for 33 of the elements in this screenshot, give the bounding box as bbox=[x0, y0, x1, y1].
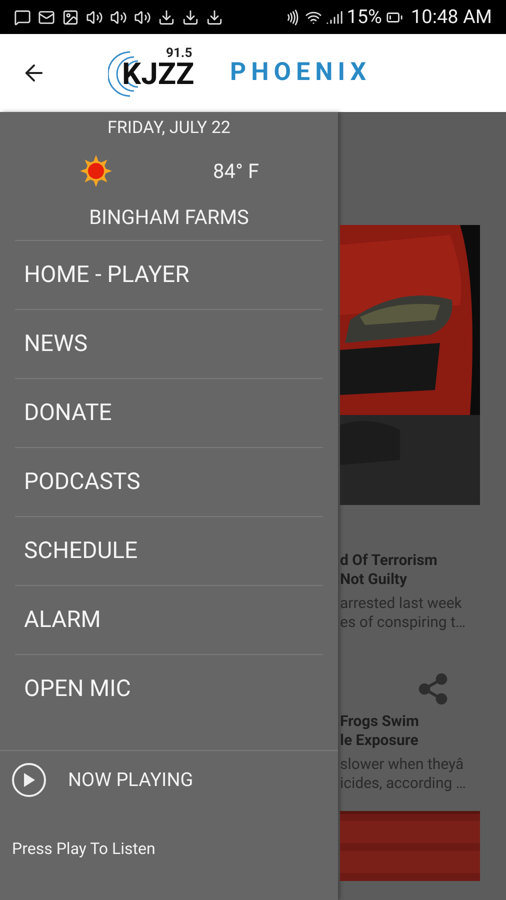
logo-frequency: 91.5 bbox=[166, 47, 192, 60]
download-icon bbox=[158, 8, 175, 26]
now-playing-label: NOW PLAYING bbox=[68, 766, 194, 793]
battery-percent: 15% bbox=[346, 4, 382, 30]
mail-icon bbox=[38, 8, 55, 26]
article-title: Frogs Swim bbox=[340, 712, 420, 731]
menu-item[interactable]: DONATE bbox=[15, 378, 323, 447]
menu-item[interactable]: NEWS bbox=[15, 309, 323, 378]
image-icon bbox=[62, 8, 79, 26]
download-icon bbox=[206, 8, 223, 26]
volume-icon bbox=[110, 8, 127, 26]
location-text: BINGHAM FARMS bbox=[89, 204, 249, 230]
play-button[interactable] bbox=[12, 763, 46, 797]
date-text: FRIDAY, JULY 22 bbox=[108, 117, 230, 140]
play-icon bbox=[23, 773, 35, 787]
menu-item[interactable]: ALARM bbox=[15, 585, 323, 654]
article-title: le Exposure bbox=[340, 731, 420, 750]
article-title: Not Guilty bbox=[340, 570, 408, 589]
sun-icon bbox=[79, 154, 113, 188]
volume-icon bbox=[86, 8, 103, 26]
menu-item[interactable]: PODCASTS bbox=[15, 447, 323, 516]
signal-icon bbox=[326, 8, 343, 26]
message-icon bbox=[14, 8, 31, 26]
temperature: 84° F bbox=[213, 158, 259, 184]
play-hint: Press Play To Listen bbox=[12, 838, 156, 860]
clock: 10:48 AM bbox=[410, 4, 492, 30]
volume-icon bbox=[134, 8, 151, 26]
menu-item[interactable]: SCHEDULE bbox=[15, 516, 323, 585]
menu-item[interactable]: OPEN MIC bbox=[15, 654, 323, 723]
article-title: d Of Terrorism bbox=[340, 551, 438, 570]
menu-item[interactable]: HOME - PLAYER bbox=[15, 240, 323, 309]
city-title: PHOENIX bbox=[230, 57, 372, 90]
download-icon bbox=[182, 8, 199, 26]
